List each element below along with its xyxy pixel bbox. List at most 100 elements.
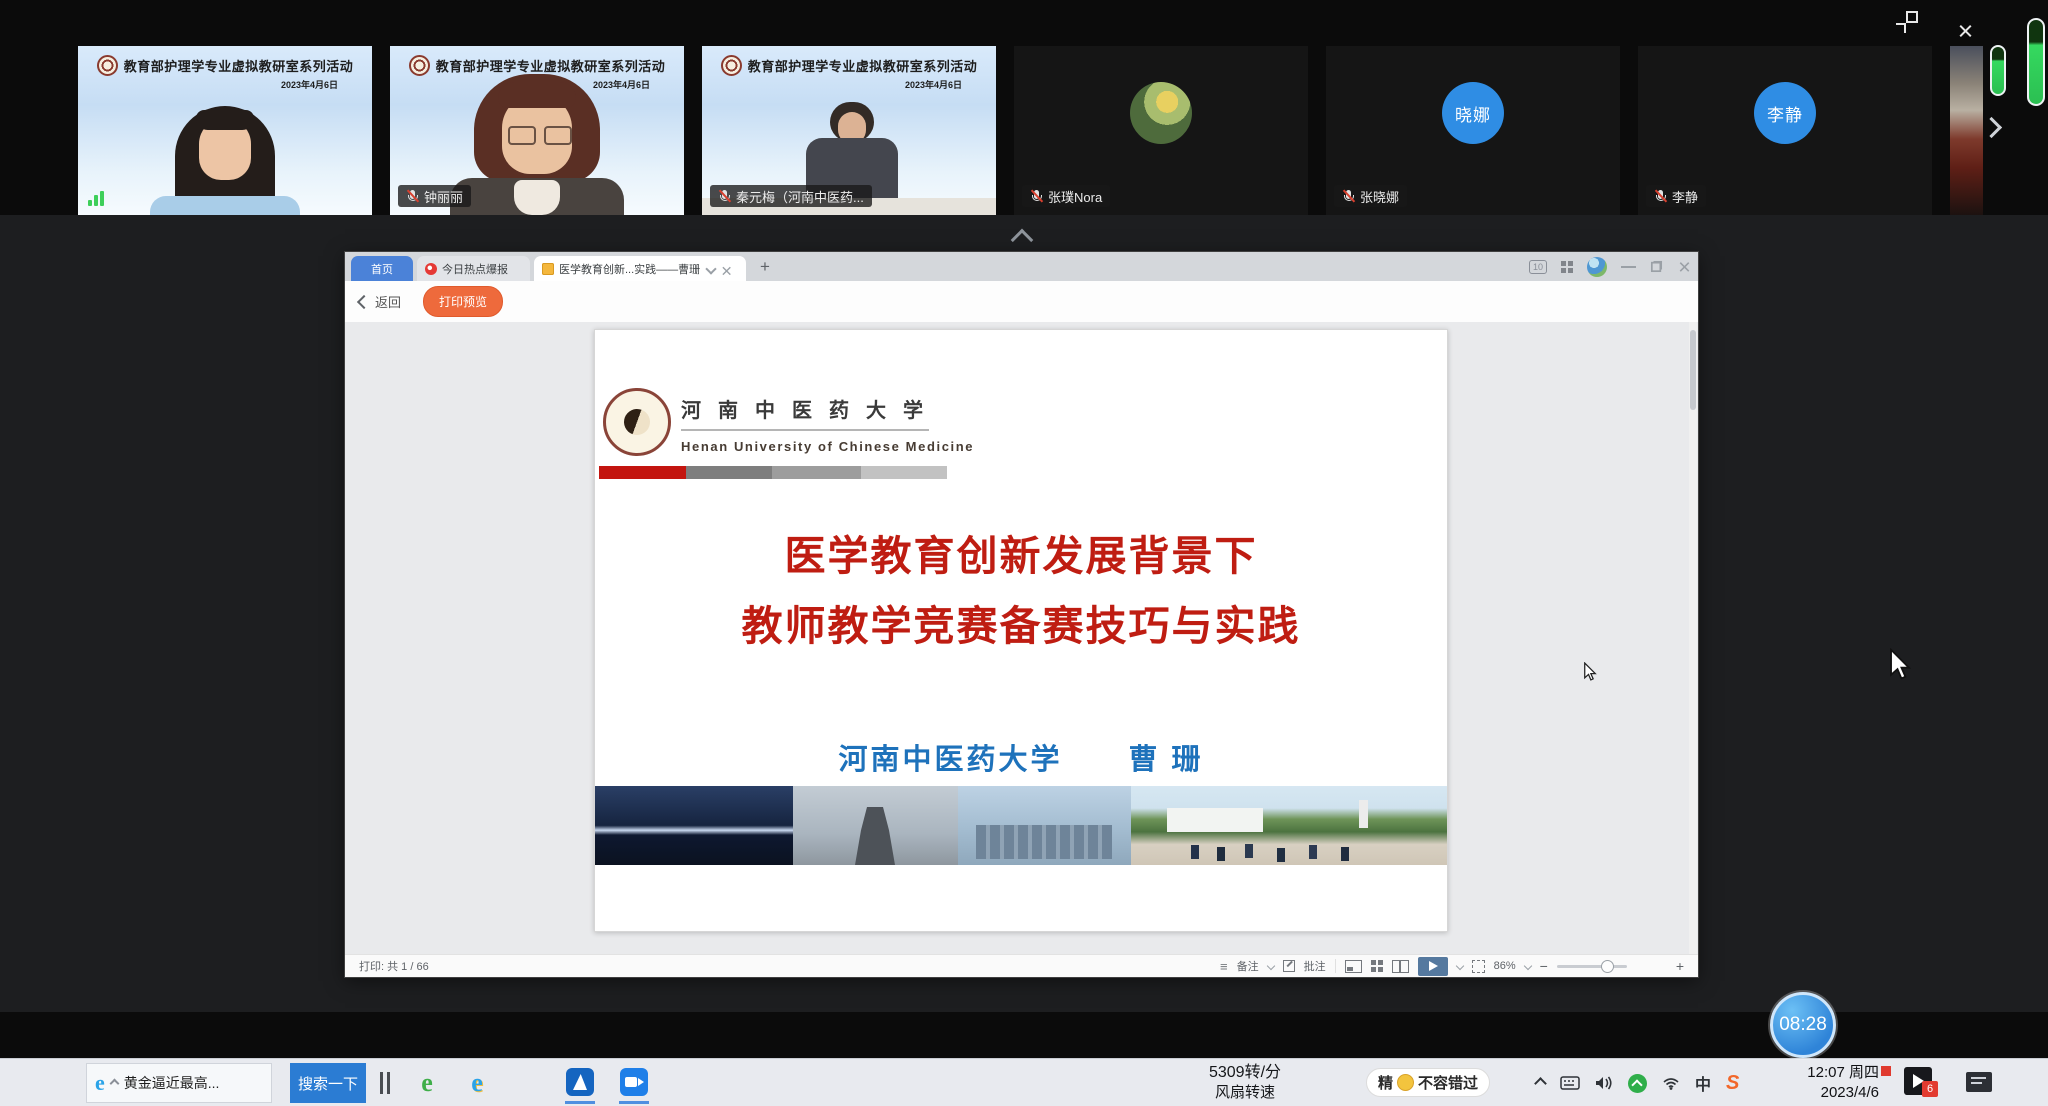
news-favicon: [425, 263, 437, 275]
notes-dropdown-icon[interactable]: [1266, 962, 1274, 970]
single-page-view-icon[interactable]: [1345, 960, 1362, 973]
app-button-label: 黄金逼近最高...: [124, 1073, 220, 1093]
promo-badge[interactable]: 精 不容错过: [1366, 1068, 1490, 1097]
annotation-icon[interactable]: [1283, 960, 1295, 972]
participant-tile-1[interactable]: 教育部护理学专业虚拟教研室系列活动 2023年4月6日: [78, 46, 372, 215]
divider: [1335, 959, 1336, 973]
docs-app-icon[interactable]: [566, 1068, 594, 1096]
university-name-block: 河 南 中 医 药 大 学 Henan University of Chines…: [681, 394, 974, 454]
notes-label[interactable]: 备注: [1237, 958, 1259, 974]
taskbar-app-button[interactable]: e 黄金逼近最高...: [86, 1063, 272, 1103]
video-player-icon[interactable]: 6: [1904, 1067, 1932, 1095]
participant-tile-2[interactable]: 教育部护理学专业虚拟教研室系列活动 2023年4月6日 钟丽丽: [390, 46, 684, 215]
virtual-background-banner: 教育部护理学专业虚拟教研室系列活动 2023年4月6日: [78, 55, 372, 91]
taskbar-clock[interactable]: 12:07 周四 2023/4/6: [1795, 1063, 1879, 1103]
person-fringe: [196, 110, 254, 130]
play-dropdown-icon[interactable]: [1455, 962, 1463, 970]
browser-green-icon[interactable]: e: [412, 1068, 442, 1098]
print-preview-button[interactable]: 打印预览: [423, 286, 503, 317]
avatar: 晓娜: [1442, 82, 1504, 144]
slide-title-line1: 医学教育创新发展背景下: [595, 522, 1447, 582]
zoom-out-button[interactable]: −: [1540, 958, 1548, 974]
expand-icon: [109, 1078, 119, 1088]
participant-tile-partial[interactable]: [1950, 46, 1983, 215]
ie-browser-icon[interactable]: e: [462, 1068, 492, 1098]
tab-close-icon[interactable]: [722, 265, 728, 271]
participant-name-label: 李静: [1646, 185, 1706, 207]
search-button[interactable]: 搜索一下: [290, 1063, 366, 1103]
participant-name-label: 张晓娜: [1334, 185, 1407, 207]
participant-name-label: 张璞Nora: [1022, 185, 1110, 207]
meeting-app-icon[interactable]: [620, 1068, 648, 1096]
book-view-icon[interactable]: [1392, 960, 1409, 973]
browser-close-button[interactable]: [1679, 261, 1691, 273]
scrollbar-thumb[interactable]: [1690, 330, 1696, 410]
clock-time: 12:07 周四: [1795, 1063, 1879, 1083]
tray-expand-icon[interactable]: [1534, 1077, 1547, 1090]
touch-keyboard-icon[interactable]: [1560, 1076, 1580, 1090]
wifi-icon[interactable]: [1662, 1076, 1680, 1090]
slide-title-line2: 教师教学竞赛备赛技巧与实践: [595, 592, 1447, 652]
photo-building: [958, 786, 1131, 865]
document-favicon: [542, 263, 554, 275]
tab-dropdown-icon[interactable]: [706, 263, 717, 274]
scrollbar[interactable]: [1689, 322, 1697, 954]
zoom-slider[interactable]: [1557, 965, 1627, 968]
ime-indicator[interactable]: 中: [1695, 1071, 1711, 1095]
fit-screen-icon[interactable]: [1472, 960, 1485, 973]
mic-muted-icon: [1342, 189, 1355, 204]
browser-profile-avatar[interactable]: [1587, 257, 1607, 277]
coin-icon: [1397, 1074, 1414, 1091]
taskbar: e 黄金逼近最高... 搜索一下 e e 5309转/分 风扇转速 精 不容错过: [0, 1058, 2048, 1106]
audio-level-meter: [1990, 45, 2006, 96]
tab-home[interactable]: 首页: [351, 256, 413, 281]
campus-photo-strip: [595, 786, 1447, 865]
zoom-dropdown-icon[interactable]: [1523, 962, 1531, 970]
participant-tile-4[interactable]: 张璞Nora: [1014, 46, 1308, 215]
back-icon[interactable]: [357, 294, 371, 308]
audio-level-meter: [2027, 18, 2045, 106]
photo-night-city: [595, 786, 793, 865]
ie-icon: e: [95, 1070, 105, 1096]
grid-view-icon[interactable]: [1371, 960, 1383, 972]
annotation-label[interactable]: 批注: [1304, 958, 1326, 974]
participant-tile-5[interactable]: 晓娜 张晓娜: [1326, 46, 1620, 215]
mic-muted-icon: [406, 189, 419, 204]
browser-status-bar: 打印: 共 1 / 66 ≡ 备注 批注 86% − +: [345, 954, 1698, 977]
zoom-level-label[interactable]: 86%: [1494, 960, 1516, 972]
scroll-participants-right-button[interactable]: [1981, 117, 2002, 138]
system-tray: 中 S: [1536, 1059, 1739, 1106]
decorative-bar: [599, 466, 947, 479]
person-collar: [514, 180, 560, 215]
fan-speed-caption: 风扇转速: [1180, 1083, 1310, 1103]
browser-minimize-button[interactable]: [1621, 266, 1636, 268]
meeting-timer[interactable]: 08:28: [1770, 992, 1836, 1058]
fan-speed-widget: 5309转/分 风扇转速: [1180, 1063, 1310, 1103]
notification-center-icon[interactable]: [1966, 1072, 1992, 1092]
notes-icon[interactable]: ≡: [1220, 959, 1228, 974]
tab-document[interactable]: 医学教育创新...实践——曹珊: [534, 256, 746, 281]
clock-date: 2023/4/6: [1795, 1083, 1879, 1103]
banner-title: 教育部护理学专业虚拟教研室系列活动: [124, 56, 354, 75]
browser-restore-button[interactable]: [1651, 261, 1662, 272]
author-school: 河南中医药大学: [838, 736, 1062, 778]
zoom-in-button[interactable]: +: [1676, 958, 1684, 974]
back-button[interactable]: 返回: [375, 292, 401, 311]
sogou-icon[interactable]: S: [1726, 1072, 1739, 1095]
play-slideshow-button[interactable]: [1418, 957, 1448, 976]
active-app-indicator: [619, 1101, 649, 1104]
security-app-icon[interactable]: [1628, 1074, 1647, 1093]
participant-tile-3[interactable]: 教育部护理学专业虚拟教研室系列活动 2023年4月6日 秦元梅（河南中医药...: [702, 46, 996, 215]
zoom-slider-knob[interactable]: [1601, 960, 1614, 973]
banner-seal-icon: [721, 55, 742, 76]
tab-news[interactable]: 今日热点爆报: [417, 256, 530, 281]
new-tab-button[interactable]: +: [760, 257, 770, 277]
fan-speed-value: 5309转/分: [1180, 1063, 1310, 1083]
participant-name-label: 钟丽丽: [398, 185, 471, 207]
apps-grid-icon[interactable]: [1561, 261, 1573, 273]
virtual-background-banner: 教育部护理学专业虚拟教研室系列活动 2023年4月6日: [702, 55, 996, 91]
speaker-icon[interactable]: [1595, 1075, 1613, 1091]
ie-mode-icon[interactable]: 10: [1529, 260, 1547, 274]
participant-tile-6[interactable]: 李静 李静: [1638, 46, 1932, 215]
mic-muted-icon: [1654, 189, 1667, 204]
